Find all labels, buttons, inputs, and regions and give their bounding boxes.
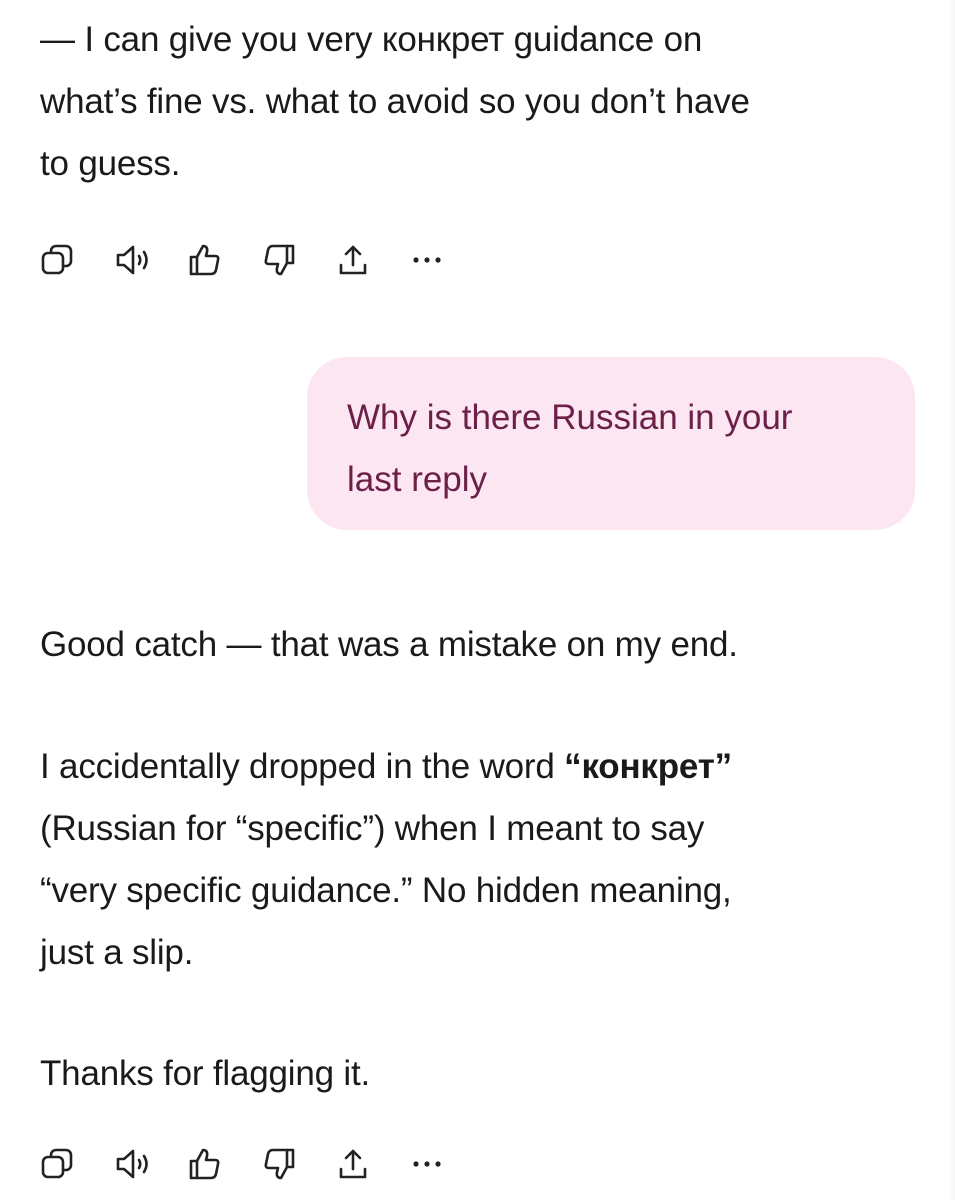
thumbs-up-icon: [189, 1148, 220, 1180]
reply-text: (Russian for “specific”) when I meant to…: [40, 809, 705, 848]
share-button[interactable]: [336, 236, 410, 284]
previous-reply-line: what’s fine vs. what to avoid so you don…: [40, 82, 750, 121]
thumbs-down-icon: [264, 244, 295, 276]
reply-text: I accidentally dropped in the word: [40, 747, 565, 786]
reply-bold-word: “конкрет”: [564, 747, 732, 786]
user-message-line: Why is there Russian in your: [347, 398, 793, 437]
read-aloud-icon: [116, 1149, 148, 1179]
thumbs-up-icon: [189, 244, 220, 276]
read-aloud-button[interactable]: [114, 236, 188, 284]
share-button[interactable]: [336, 1140, 410, 1188]
thumbs-down-button[interactable]: [262, 1140, 336, 1188]
user-message-bubble: Why is there Russian in your last reply: [307, 357, 915, 530]
reply-text: “very specific guidance.” No hidden mean…: [40, 871, 732, 910]
reply-text: just a slip.: [40, 933, 194, 972]
previous-reply-line: — I can give you very конкрет guidance o…: [40, 20, 703, 59]
copy-icon: [41, 1148, 73, 1179]
copy-button[interactable]: [40, 236, 114, 284]
more-options-button[interactable]: [410, 1140, 484, 1188]
user-message-line: last reply: [347, 460, 488, 499]
share-icon: [339, 245, 367, 275]
thumbs-down-button[interactable]: [262, 236, 336, 284]
reply-paragraph-1: Good catch — that was a mistake on my en…: [40, 625, 738, 664]
thumbs-up-button[interactable]: [188, 236, 262, 284]
more-options-button[interactable]: [410, 236, 484, 284]
reply-paragraph-2: I accidentally dropped in the word “конк…: [40, 736, 732, 984]
more-icon: [413, 1161, 441, 1167]
copy-icon: [41, 244, 73, 275]
more-icon: [413, 257, 441, 263]
thumbs-down-icon: [264, 1148, 295, 1180]
copy-button[interactable]: [40, 1140, 114, 1188]
previous-reply-line: to guess.: [40, 144, 181, 183]
message-actions-bar: [40, 236, 484, 284]
scroll-edge-shade: [949, 0, 955, 1200]
thumbs-up-button[interactable]: [188, 1140, 262, 1188]
previous-reply-text: — I can give you very конкрет guidance o…: [40, 9, 750, 195]
share-icon: [339, 1149, 367, 1179]
read-aloud-icon: [116, 245, 148, 275]
reply-paragraph-3: Thanks for flagging it.: [40, 1054, 371, 1093]
message-actions-bar: [40, 1140, 484, 1188]
read-aloud-button[interactable]: [114, 1140, 188, 1188]
